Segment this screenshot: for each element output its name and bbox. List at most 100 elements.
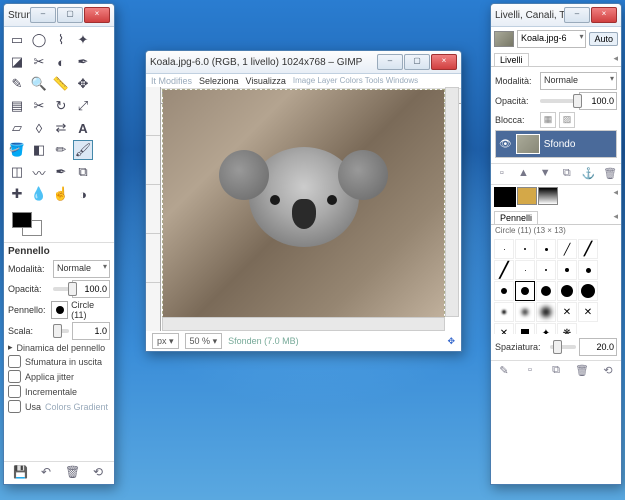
layer-opacity-slider[interactable] (540, 99, 576, 103)
jitter-checkbox[interactable] (8, 370, 21, 383)
brush-item[interactable] (578, 260, 598, 280)
unit-dropdown[interactable]: px ▾ (152, 333, 179, 349)
brush-item[interactable] (494, 239, 514, 259)
minimize-button[interactable]: – (564, 7, 590, 23)
crop-tool[interactable]: ✂ (29, 96, 49, 116)
image-select-dropdown[interactable]: Koala.jpg-6 (517, 30, 586, 48)
color-swatch[interactable] (10, 210, 50, 240)
brush-item[interactable] (557, 281, 577, 301)
scale-tool[interactable]: ⤢ (73, 96, 93, 116)
close-button[interactable]: × (591, 7, 617, 23)
bucket-fill-tool[interactable]: 🪣 (7, 140, 27, 160)
canvas[interactable] (162, 89, 445, 329)
image-titlebar[interactable]: Koala.jpg-6.0 (RGB, 1 livello) 1024x768 … (146, 51, 461, 74)
use-color-checkbox[interactable] (8, 400, 21, 413)
minimize-button[interactable]: – (30, 7, 56, 23)
brush-item[interactable] (515, 260, 535, 280)
fade-checkbox[interactable] (8, 355, 21, 368)
edit-brush-icon[interactable]: ✎ (497, 364, 511, 378)
new-brush-icon[interactable]: ▫ (523, 364, 537, 378)
scrollbar-horizontal[interactable] (162, 317, 445, 331)
move-tool[interactable]: ✥ (73, 74, 93, 94)
smudge-tool[interactable]: ☝ (51, 184, 71, 204)
text-tool[interactable]: A (73, 118, 93, 138)
brush-dynamics-expand[interactable]: ▸Dinamica del pennello (8, 342, 110, 353)
brush-item[interactable] (515, 323, 535, 334)
layer-mode-dropdown[interactable]: Normale (540, 72, 617, 90)
rect-select-tool[interactable]: ▭ (7, 30, 27, 50)
tab-brushes[interactable]: Pennelli (494, 211, 538, 224)
nav-icon[interactable]: ✥ (447, 336, 455, 347)
brush-item[interactable] (515, 302, 535, 322)
delete-brush-icon[interactable]: 🗑 (575, 364, 589, 378)
brush-item[interactable] (536, 260, 556, 280)
lock-pixels-icon[interactable]: ▦ (540, 112, 556, 128)
brush-item[interactable]: ❋ (557, 323, 577, 334)
mode-dropdown[interactable]: Normale (53, 260, 110, 278)
channel-tab-gradient[interactable] (538, 187, 558, 205)
brush-item[interactable] (536, 302, 556, 322)
brush-item[interactable]: ╱ (557, 239, 577, 259)
brush-item[interactable] (515, 239, 535, 259)
menu-view[interactable]: Visualizza (246, 76, 286, 86)
refresh-brush-icon[interactable]: ⟲ (601, 364, 615, 378)
perspective-tool[interactable]: ◊ (29, 118, 49, 138)
opacity-slider[interactable] (53, 287, 69, 291)
lower-layer-icon[interactable]: ▼ (538, 167, 552, 181)
tab-menu-icon[interactable]: ◂ (613, 187, 618, 207)
brush-item[interactable] (494, 302, 514, 322)
tab-layers[interactable]: Livelli (494, 53, 529, 66)
brush-item-selected[interactable] (515, 281, 535, 301)
brush-item[interactable]: ✕ (494, 323, 514, 334)
brush-item[interactable]: ✦ (536, 323, 556, 334)
tab-menu-icon[interactable]: ◂ (613, 211, 618, 224)
pencil-tool[interactable]: ✏ (51, 140, 71, 160)
opacity-input[interactable] (72, 280, 110, 298)
brush-item[interactable] (494, 281, 514, 301)
wand-tool[interactable]: ✦ (73, 30, 93, 50)
save-options-icon[interactable]: 💾 (13, 465, 27, 479)
brush-item[interactable] (536, 239, 556, 259)
airbrush-tool[interactable]: 〰 (29, 162, 49, 182)
rotate-tool[interactable]: ↻ (51, 96, 71, 116)
maximize-button[interactable]: ▢ (404, 54, 430, 70)
clone-tool[interactable]: ⧉ (73, 162, 93, 182)
scale-slider[interactable] (53, 329, 69, 333)
channel-tab-black[interactable] (494, 187, 516, 207)
ellipse-select-tool[interactable]: ◯ (29, 30, 49, 50)
duplicate-layer-icon[interactable]: ⧉ (560, 167, 574, 181)
brush-preview-icon[interactable] (51, 301, 68, 319)
brush-item[interactable]: ✕ (578, 302, 598, 322)
duplicate-brush-icon[interactable]: ⧉ (549, 364, 563, 378)
reset-options-icon[interactable]: ⟲ (91, 465, 105, 479)
shear-tool[interactable]: ▱ (7, 118, 27, 138)
scale-input[interactable] (72, 322, 110, 340)
layer-name[interactable]: Sfondo (544, 139, 576, 150)
zoom-tool[interactable]: 🔍 (29, 74, 49, 94)
ruler-vertical[interactable] (146, 87, 161, 331)
foreground-select-tool[interactable]: ◐ (51, 52, 71, 72)
scissors-tool[interactable]: ✂ (29, 52, 49, 72)
brush-item[interactable]: ✕ (557, 302, 577, 322)
channel-tab-color[interactable] (517, 187, 537, 205)
raise-layer-icon[interactable]: ▲ (516, 167, 530, 181)
spacing-input[interactable] (579, 338, 617, 356)
brush-item[interactable]: ╱ (578, 239, 598, 259)
paintbrush-tool[interactable]: 🖌 (73, 140, 93, 160)
tab-menu-icon[interactable]: ◂ (613, 53, 618, 66)
close-button[interactable]: × (84, 7, 110, 23)
auto-button[interactable]: Auto (589, 32, 618, 46)
zoom-dropdown[interactable]: 50 % ▾ (185, 333, 223, 349)
color-select-tool[interactable]: ◪ (7, 52, 27, 72)
eraser-tool[interactable]: ◫ (7, 162, 27, 182)
maximize-button[interactable]: ▢ (57, 7, 83, 23)
fg-color-swatch[interactable] (12, 212, 32, 228)
color-picker-tool[interactable]: ✎ (7, 74, 27, 94)
new-layer-icon[interactable]: ▫ (495, 167, 509, 181)
toolbox-titlebar[interactable]: Strumenti – ▢ × (4, 4, 114, 27)
close-button[interactable]: × (431, 54, 457, 70)
ink-tool[interactable]: ✒ (51, 162, 71, 182)
flip-tool[interactable]: ⇄ (51, 118, 71, 138)
spacing-slider[interactable] (550, 345, 576, 349)
blur-tool[interactable]: 💧 (29, 184, 49, 204)
